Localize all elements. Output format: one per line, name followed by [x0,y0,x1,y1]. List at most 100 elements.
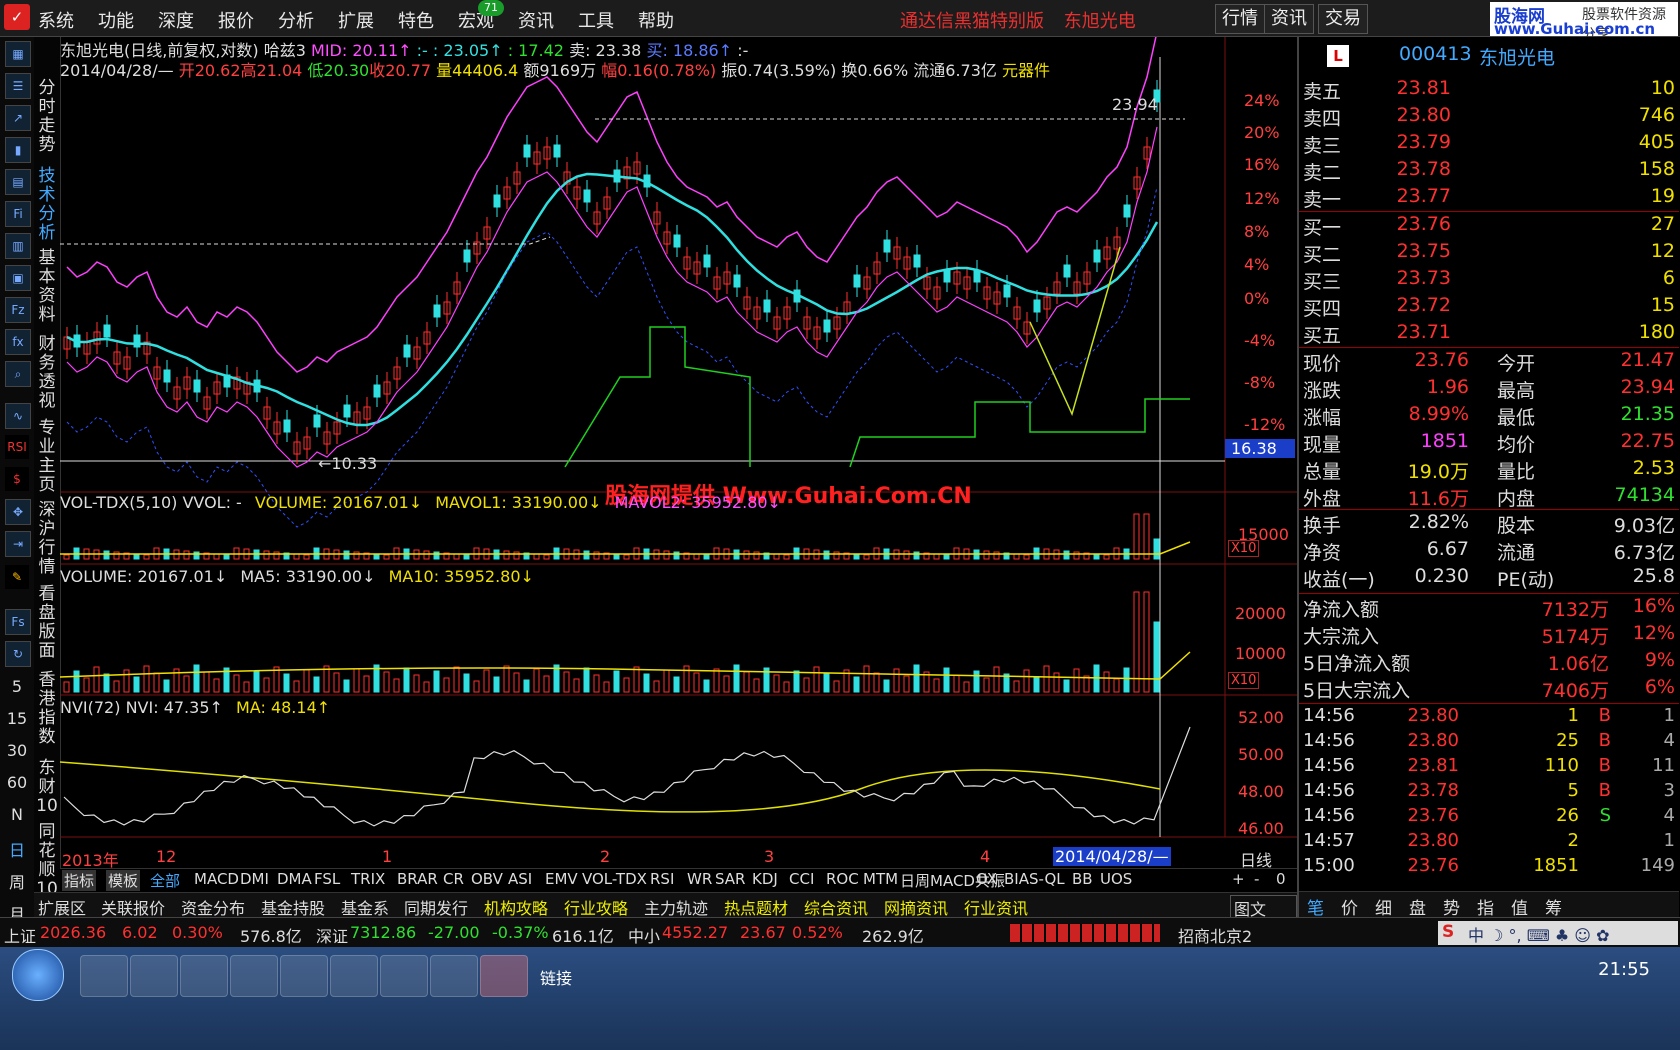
menu-item-3[interactable]: 报价 [218,7,254,33]
bottom-tab-2[interactable]: 资金分布 [181,895,245,919]
indicator-tab-11[interactable]: ASI [508,870,532,888]
quote-subtab-7[interactable]: 筹 [1545,894,1562,919]
indicator-tab-7[interactable]: TRIX [351,870,385,888]
quote-subtab-5[interactable]: 指 [1477,894,1494,919]
quote-subtab-1[interactable]: 价 [1341,894,1358,919]
menu-item-9[interactable]: 工具 [578,7,614,33]
menu-item-8[interactable]: 资讯 [518,7,554,33]
right-tab-2[interactable]: 交易 [1318,4,1368,34]
indicator-tab-3[interactable]: MACD [194,870,239,888]
menu-item-10[interactable]: 帮助 [638,7,674,33]
candle-icon[interactable]: ▮ [5,137,31,163]
menu-item-5[interactable]: 扩展 [338,7,374,33]
table-icon[interactable]: ▤ [5,169,31,195]
sogou-icon[interactable]: S [1442,922,1454,942]
vertical-tab-0[interactable]: 分时走势 [36,79,58,155]
period-button-0[interactable]: 5 [5,677,29,696]
l-icon[interactable]: L [1327,45,1349,67]
ime-mode-icon[interactable]: 中 ☽ °, ⌨ ♣ ☺ ✿ [1468,922,1609,946]
link-label[interactable]: 链接 [540,965,572,989]
indicator-tab-25[interactable]: UOS [1100,870,1132,888]
period-button-3[interactable]: 60 [5,773,29,792]
vertical-tab-7[interactable]: 香港指数 [36,671,58,747]
ie-icon[interactable] [130,955,178,997]
pen-icon[interactable]: ✎ [5,565,29,589]
period-button-4[interactable]: N [5,805,29,824]
menu-item-6[interactable]: 特色 [398,7,434,33]
export-icon[interactable]: ⇥ [5,531,31,557]
indicator-tab-23[interactable]: BIAS-QL [1004,870,1065,888]
calendar-icon[interactable]: ▣ [5,265,31,291]
app-icon-4[interactable] [230,955,278,997]
indicator-control-2[interactable]: 0 [1276,870,1286,888]
fiz-icon[interactable]: Fz [5,297,31,323]
bottom-tab-10[interactable]: 综合资讯 [804,895,868,919]
search-icon[interactable]: ⌕ [5,361,31,387]
vertical-tab-8[interactable]: 东财10 [36,759,58,816]
bottom-tab-12[interactable]: 行业资讯 [964,895,1028,919]
indicator-control-0[interactable]: + [1232,870,1245,888]
vertical-tab-3[interactable]: 财务透视 [36,335,58,411]
period-button-1[interactable]: 15 [5,709,29,728]
vertical-tab-5[interactable]: 深沪行情 [36,501,58,577]
dollar-icon[interactable]: $ [5,467,29,491]
bottom-tab-0[interactable]: 扩展区 [38,895,86,919]
indicator-tab-17[interactable]: KDJ [752,870,778,888]
refresh-icon[interactable]: ↻ [5,641,31,667]
map-icon[interactable]: ▥ [5,233,31,259]
indicator-tab-16[interactable]: SAR [715,870,745,888]
right-tab-1[interactable]: 资讯 [1264,4,1314,34]
ime-toolbar[interactable]: S 中 ☽ °, ⌨ ♣ ☺ ✿ [1438,921,1678,945]
indicator-tab-9[interactable]: CR [443,870,464,888]
indicator-tab-13[interactable]: VOL-TDX [582,870,647,888]
bottom-tab-4[interactable]: 基金系 [341,895,389,919]
bottom-tab-1[interactable]: 关联报价 [101,895,165,919]
list-icon[interactable]: ☰ [5,73,31,99]
move-icon[interactable]: ✥ [5,499,31,525]
indicator-tab-4[interactable]: DMI [240,870,269,888]
indicator-tab-15[interactable]: WR [687,870,712,888]
doc-icon[interactable] [330,955,378,997]
bottom-tab-7[interactable]: 行业攻略 [564,895,628,919]
f10-icon[interactable]: Fi [5,201,31,227]
indicator-tab-6[interactable]: FSL [314,870,340,888]
indicator-tab-22[interactable]: OX [976,870,997,888]
vertical-tab-1[interactable]: 技术分析 [36,167,58,243]
folder-icon[interactable] [280,955,328,997]
period-button-5[interactable]: 日 [5,837,29,861]
start-button[interactable] [12,949,64,1001]
doc-icon-2[interactable] [380,955,428,997]
bottom-tab-3[interactable]: 基金持股 [261,895,325,919]
vertical-tab-6[interactable]: 看盘版面 [36,585,58,661]
tdx-icon[interactable] [480,955,528,997]
indicator-tab-1[interactable]: 模板 [106,870,141,891]
quote-subtab-2[interactable]: 细 [1375,894,1392,919]
period-button-6[interactable]: 周 [5,869,29,893]
right-tab-0[interactable]: 行情 [1215,4,1265,34]
menu-item-0[interactable]: 系统 [38,7,74,33]
indicator-tab-5[interactable]: DMA [277,870,312,888]
quote-subtab-0[interactable]: 笔 [1307,894,1324,919]
menu-item-4[interactable]: 分析 [278,7,314,33]
vertical-tab-2[interactable]: 基本资料 [36,249,58,325]
vertical-tab-9[interactable]: 同花顺10 [36,823,58,899]
indicator-tab-0[interactable]: 指标 [62,870,97,891]
bottom-tab-11[interactable]: 网摘资讯 [884,895,948,919]
quote-subtab-3[interactable]: 盘 [1409,894,1426,919]
quote-subtab-6[interactable]: 值 [1511,894,1528,919]
period-button-2[interactable]: 30 [5,741,29,760]
app-icon-8[interactable] [430,955,478,997]
indicator-tab-2[interactable]: 全部 [150,870,180,891]
indicator-tab-12[interactable]: EMV [545,870,578,888]
indicator-tab-14[interactable]: RSI [650,870,674,888]
app-icon-3[interactable] [180,955,228,997]
bottom-tab-8[interactable]: 主力轨迹 [644,895,708,919]
indicator-tab-18[interactable]: CCI [789,870,814,888]
kline-chart[interactable]: 东旭光电(日线,前复权,对数) 哈兹3 MID: 20.11↑ :- : 23.… [60,37,1297,875]
rsi-icon[interactable]: RSI [5,435,29,459]
app-logo-icon[interactable]: ✓ [4,4,30,30]
indicator-tab-19[interactable]: ROC [826,870,859,888]
indicator-tab-20[interactable]: MTM [863,870,898,888]
indicator-tab-10[interactable]: OBV [471,870,503,888]
menu-item-2[interactable]: 深度 [158,7,194,33]
